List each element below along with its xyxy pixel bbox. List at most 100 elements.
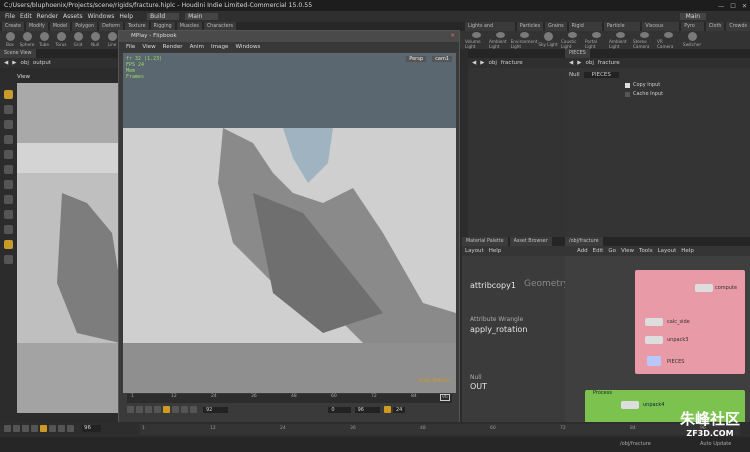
flip-menu-image[interactable]: Image	[211, 44, 229, 50]
right-shelf-tab[interactable]: Particle Fluids	[603, 22, 641, 31]
sky-light-tool[interactable]: Sky Light	[537, 31, 559, 49]
right-shelf-tab[interactable]: Lights and Cameras	[465, 22, 515, 31]
flip-menu-render[interactable]: Render	[163, 44, 183, 50]
forward-icon[interactable]: ▶	[480, 60, 484, 66]
go-start-icon[interactable]	[127, 406, 134, 413]
menu-help[interactable]: Help	[681, 248, 694, 254]
node-compute[interactable]	[695, 284, 713, 292]
tab-scene-view[interactable]: Scene View	[0, 49, 36, 58]
ambient-light-tool[interactable]: Ambient Light	[489, 31, 511, 49]
tab-network-path[interactable]: /obj/fracture	[565, 237, 603, 246]
node-attribcopy1[interactable]: attribcopy1	[470, 281, 516, 290]
flip-menu-file[interactable]: File	[126, 44, 135, 50]
view-tool-icon[interactable]	[4, 195, 13, 204]
flip-menu-windows[interactable]: Windows	[235, 44, 260, 50]
move-tool-icon[interactable]	[4, 105, 13, 114]
menu-render[interactable]: Render	[37, 13, 58, 20]
menu-edit[interactable]: Edit	[20, 13, 32, 20]
stop-icon[interactable]	[154, 406, 161, 413]
menu-view[interactable]: View	[621, 248, 634, 254]
tab-node[interactable]: PIECES	[565, 49, 590, 58]
menu-layout[interactable]: Layout	[465, 248, 484, 254]
menu-go[interactable]: Go	[608, 248, 616, 254]
stereo-camera-tool[interactable]: Stereo Camera	[633, 31, 655, 49]
back-icon[interactable]: ◀	[472, 60, 476, 66]
flip-menu-anim[interactable]: Anim	[190, 44, 204, 50]
flipbook-viewport[interactable]: fr 32 (1.23) FPS 24 Mem Frames Persp cam…	[123, 53, 456, 417]
menu-layout[interactable]: Layout	[658, 248, 677, 254]
current-frame-field[interactable]: 92	[203, 406, 229, 413]
step-back-icon[interactable]	[136, 406, 143, 413]
tube-tool[interactable]: Tube	[36, 31, 52, 49]
path-obj[interactable]: obj	[585, 60, 593, 66]
node-unpack4[interactable]	[621, 401, 639, 409]
caustic-light-tool[interactable]: Caustic Light	[561, 31, 583, 49]
tree-view-pane[interactable]	[468, 68, 565, 246]
right-shelf-tab[interactable]: Rigid Bodies	[568, 22, 602, 31]
back-icon[interactable]: ◀	[569, 60, 573, 66]
path-obj[interactable]: obj	[20, 60, 28, 66]
network-box-pink[interactable]: calc_side unpack3 PIECES compute	[635, 270, 745, 374]
box-tool[interactable]: Box	[2, 31, 18, 49]
handle-tool-icon[interactable]	[4, 150, 13, 159]
right-shelf-tab[interactable]: Pyro FX	[681, 22, 704, 31]
play-icon[interactable]	[172, 406, 179, 413]
null-tool[interactable]: Null	[87, 31, 103, 49]
step-back-icon[interactable]	[13, 425, 20, 432]
tab-material-palette[interactable]: Material Palette	[462, 237, 508, 246]
flip-timeline[interactable]: 1 12 24 36 48 60 72 84 96	[127, 394, 452, 403]
shelf-tab[interactable]: Model	[49, 22, 71, 31]
select-tool-icon[interactable]	[4, 90, 13, 99]
go-end-icon[interactable]	[67, 425, 74, 432]
render-region-icon[interactable]	[4, 240, 13, 249]
stop-icon[interactable]	[31, 425, 38, 432]
forward-icon[interactable]: ▶	[12, 60, 16, 66]
snap-tool-icon[interactable]	[4, 210, 13, 219]
shelf-tab[interactable]: Polygon	[72, 22, 98, 31]
node-unpack3[interactable]	[645, 336, 663, 344]
path-obj[interactable]: obj	[488, 60, 496, 66]
rotate-tool-icon[interactable]	[4, 120, 13, 129]
back-icon[interactable]: ◀	[4, 60, 8, 66]
mplay-flipbook-window[interactable]: MPlay - Flipbook ✕ File View Render Anim…	[118, 30, 460, 424]
network-editor-right[interactable]: Add Edit Go View Tools Layout Help calc_…	[565, 246, 750, 422]
node-calc-side[interactable]	[645, 318, 663, 326]
camera-tool-icon[interactable]	[4, 255, 13, 264]
grid-tool[interactable]: Grid	[70, 31, 86, 49]
global-current-frame[interactable]: 96	[82, 425, 101, 432]
switcher-tool[interactable]: Switcher	[681, 31, 703, 49]
realtime-toggle-icon[interactable]	[383, 406, 391, 413]
menu-edit[interactable]: Edit	[593, 248, 604, 254]
range-end-field[interactable]: 96	[354, 406, 380, 413]
auto-update-mode[interactable]: Auto Update	[700, 441, 731, 447]
play-back-icon[interactable]	[22, 425, 29, 432]
right-shelf-tab[interactable]: Crowds	[726, 22, 750, 31]
scale-tool-icon[interactable]	[4, 135, 13, 144]
magnet-tool-icon[interactable]	[4, 225, 13, 234]
range-start-field[interactable]: 0	[328, 406, 351, 413]
environment-light-tool[interactable]: Environment Light	[511, 31, 537, 49]
global-timeline-ruler[interactable]: 1 12 24 36 48 60 72 84 96	[140, 424, 740, 435]
right-desktop-selector[interactable]: Main	[679, 13, 706, 20]
path-node[interactable]: output	[33, 60, 51, 66]
node-name-field[interactable]: PIECES	[583, 72, 619, 78]
right-shelf-tab[interactable]: Particles	[516, 22, 544, 31]
portal-light-tool[interactable]: Portal Light	[585, 31, 607, 49]
menu-assets[interactable]: Assets	[63, 13, 83, 20]
end-frame-marker[interactable]: 96	[440, 394, 450, 401]
ambient-light-tool-2[interactable]: Ambient Light	[609, 31, 631, 49]
shelf-tab[interactable]: Create	[2, 22, 24, 31]
menu-help[interactable]: Help	[119, 13, 133, 20]
play-icon[interactable]	[49, 425, 56, 432]
tab-asset-browser[interactable]: Asset Browser	[509, 237, 552, 246]
camera-persp-button[interactable]: Persp	[406, 56, 426, 62]
go-end-icon[interactable]	[190, 406, 197, 413]
go-start-icon[interactable]	[4, 425, 11, 432]
pose-tool-icon[interactable]	[4, 165, 13, 174]
sphere-tool[interactable]: Sphere	[19, 31, 35, 49]
brush-tool-icon[interactable]	[4, 180, 13, 189]
right-shelf-tab[interactable]: Cloth	[705, 22, 725, 31]
torus-tool[interactable]: Torus	[53, 31, 69, 49]
node-out[interactable]: OUT	[470, 382, 487, 391]
scene-viewport[interactable]	[17, 83, 120, 413]
